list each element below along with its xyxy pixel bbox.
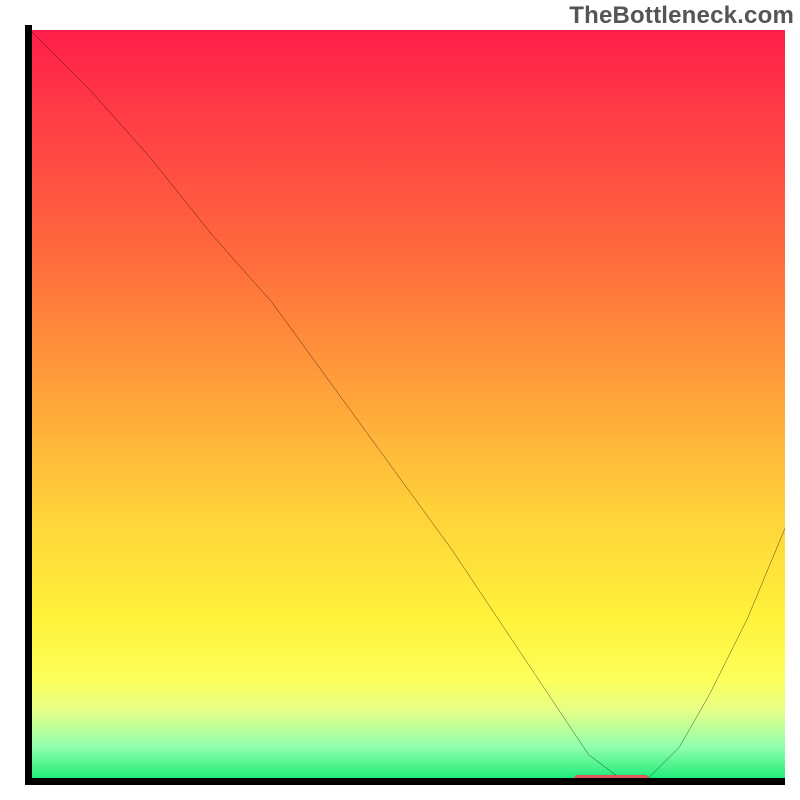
bottleneck-curve [30,30,785,785]
plot-area [30,30,785,785]
chart-container: TheBottleneck.com [0,0,800,800]
min-marker [574,775,650,784]
watermark-text: TheBottleneck.com [569,2,794,30]
